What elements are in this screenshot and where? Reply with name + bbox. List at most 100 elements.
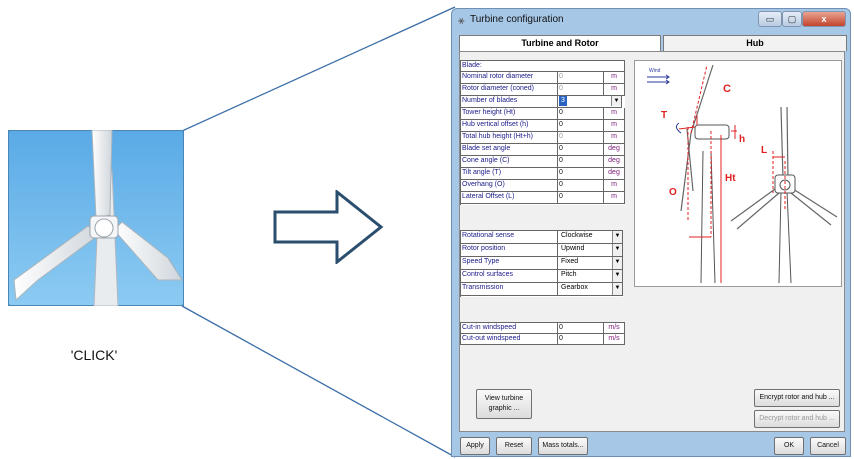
chevron-down-icon[interactable]: ▼ (612, 283, 622, 295)
ok-button[interactable]: OK (774, 437, 804, 455)
blade-row-value[interactable]: 0 (558, 192, 604, 204)
windspeed-value[interactable]: 0 (558, 323, 604, 334)
blade-row-label: Hub vertical offset (h) (461, 120, 558, 132)
blade-row-value[interactable]: 0 (558, 168, 604, 180)
chevron-down-icon[interactable]: ▼ (612, 231, 622, 243)
setting-value: Gearbox (561, 284, 588, 291)
blade-row: Tower height (Ht) 0 m (461, 108, 625, 120)
turbine-title-icon: ⚹ (458, 15, 465, 27)
minimize-button[interactable]: ▭ (758, 11, 782, 27)
blade-row-unit: m (604, 108, 625, 120)
blade-row: Cone angle (C) 0 deg (461, 156, 625, 168)
number-of-blades-select[interactable]: 3 ▼ (558, 96, 622, 108)
blade-row-value[interactable]: 0 (558, 120, 604, 132)
blade-row: Overhang (O) 0 m (461, 180, 625, 192)
blade-header: Blade: (461, 61, 625, 72)
blade-row-label: Rotor diameter (coned) (461, 84, 558, 96)
blade-row: Lateral Offset (L) 0 m (461, 192, 625, 204)
blade-row: Number of blades 3 ▼ (461, 96, 625, 108)
turbine-app-icon[interactable] (7, 129, 185, 307)
setting-row: Speed Type Fixed ▼ (461, 257, 623, 270)
blade-row-label: Total hub height (Ht+h) (461, 132, 558, 144)
setting-select[interactable]: Pitch ▼ (558, 270, 623, 283)
setting-value: Pitch (561, 271, 577, 278)
chevron-down-icon[interactable]: ▼ (612, 257, 622, 269)
windspeed-label: Cut-out windspeed (461, 334, 558, 345)
decrypt-rotor-hub-button: Decrypt rotor and hub ... (754, 410, 840, 428)
windspeed-label: Cut-in windspeed (461, 323, 558, 334)
turbine-diagram: Wind C T h O Ht L (634, 60, 842, 287)
wind-label: Wind (649, 68, 661, 74)
setting-label: Speed Type (461, 257, 558, 270)
blade-row: Tilt angle (T) 0 deg (461, 168, 625, 180)
tab-hub[interactable]: Hub (663, 35, 847, 51)
blade-row-value[interactable]: 0 (558, 180, 604, 192)
setting-row: Rotor position Upwind ▼ (461, 244, 623, 257)
setting-select[interactable]: Gearbox ▼ (558, 283, 623, 296)
settings-table: Rotational sense Clockwise ▼ Rotor position… (460, 230, 623, 297)
windspeed-table: Cut-in windspeed 0 m/s Cut-out windspeed 0 m/… (460, 322, 625, 345)
window-title: Turbine configuration (470, 14, 564, 25)
windspeed-unit: m/s (604, 334, 625, 345)
windspeed-value[interactable]: 0 (558, 334, 604, 345)
blade-row: Rotor diameter (coned) 0 m (461, 84, 625, 96)
blade-row: Total hub height (Ht+h) 0 m (461, 132, 625, 144)
blade-row-value[interactable]: 0 (558, 108, 604, 120)
setting-label: Rotational sense (461, 231, 558, 244)
maximize-button[interactable]: ▢ (782, 11, 802, 27)
chevron-down-icon[interactable]: ▼ (612, 244, 622, 256)
click-caption: 'CLICK' (70, 347, 118, 363)
apply-button[interactable]: Apply (460, 437, 490, 455)
setting-row: Control surfaces Pitch ▼ (461, 270, 623, 283)
blade-row-unit: m (604, 132, 625, 144)
blade-row-label: Overhang (O) (461, 180, 558, 192)
chevron-down-icon[interactable]: ▼ (612, 270, 622, 282)
blade-row-label: Number of blades (461, 96, 558, 108)
blade-row-label: Blade set angle (461, 144, 558, 156)
blade-row-value: 0 (558, 84, 604, 96)
wind-arrows (647, 74, 670, 85)
blade-row-label: Lateral Offset (L) (461, 192, 558, 204)
setting-row: Transmission Gearbox ▼ (461, 283, 623, 296)
windspeed-unit: m/s (604, 323, 625, 334)
blade-row: Hub vertical offset (h) 0 m (461, 120, 625, 132)
setting-value: Fixed (561, 258, 579, 265)
blade-row-label: Nominal rotor diameter (461, 72, 558, 84)
tab-turbine-and-rotor[interactable]: Turbine and Rotor (459, 35, 661, 51)
view-turbine-graphic-button[interactable]: View turbine graphic ... (476, 389, 532, 419)
setting-select[interactable]: Clockwise ▼ (558, 231, 623, 244)
setting-row: Rotational sense Clockwise ▼ (461, 231, 623, 244)
turbine-schematic: Wind C T h O Ht L (647, 64, 838, 284)
blade-row-unit: m (604, 192, 625, 204)
dialog-footer: Apply Reset Mass totals... OK Cancel (452, 434, 850, 458)
blade-row-label: Tilt angle (T) (461, 168, 558, 180)
setting-label: Control surfaces (461, 270, 558, 283)
title-bar[interactable]: ⚹ Turbine configuration ▭ ▢ x (452, 9, 850, 33)
wind-turbine-icon (7, 129, 185, 307)
setting-label: Transmission (461, 283, 558, 296)
close-button[interactable]: x (802, 11, 846, 27)
turbine-configuration-window: ⚹ Turbine configuration ▭ ▢ x Turbine an… (451, 8, 851, 457)
blade-row-label: Tower height (Ht) (461, 108, 558, 120)
blade-row-value[interactable]: 0 (558, 144, 604, 156)
setting-select[interactable]: Upwind ▼ (558, 244, 623, 257)
cancel-button[interactable]: Cancel (810, 437, 846, 455)
turbine-rotor-panel: Blade: Nominal rotor diameter 0 m Rotor dia… (459, 51, 845, 432)
blade-row-value: 0 (558, 72, 604, 84)
blade-row-value[interactable]: 0 (558, 156, 604, 168)
mass-totals-button[interactable]: Mass totals... (538, 437, 588, 455)
blade-row-unit: m (604, 72, 625, 84)
blade-row-label: Cone angle (C) (461, 156, 558, 168)
blade-row-unit: deg (604, 168, 625, 180)
chevron-down-icon[interactable]: ▼ (611, 96, 621, 106)
setting-select[interactable]: Fixed ▼ (558, 257, 623, 270)
encrypt-rotor-hub-button[interactable]: Encrypt rotor and hub ... (754, 389, 840, 407)
blade-row-unit: deg (604, 156, 625, 168)
blade-row-value: 0 (558, 132, 604, 144)
tilt-label: T (661, 110, 667, 121)
blade-table: Blade: Nominal rotor diameter 0 m Rotor dia… (460, 60, 625, 205)
setting-label: Rotor position (461, 244, 558, 257)
reset-button[interactable]: Reset (496, 437, 532, 455)
windspeed-row: Cut-out windspeed 0 m/s (461, 334, 625, 345)
hub-offset-label: h (739, 134, 745, 145)
